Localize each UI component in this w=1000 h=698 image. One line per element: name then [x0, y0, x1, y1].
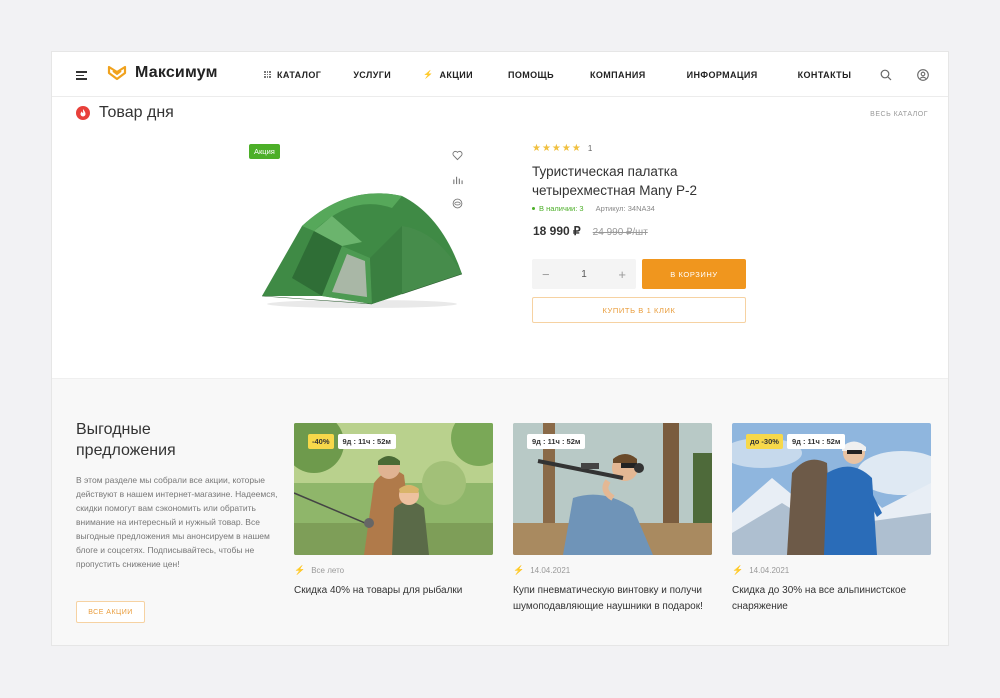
page-frame: Максимум КАТАЛОГ УСЛУГИ ⚡ АКЦИИ ПОМОЩЬ К… — [51, 51, 949, 646]
offer-date: ⚡ Все лето — [294, 565, 493, 576]
offer-date: ⚡ 14.04.2021 — [732, 565, 931, 576]
compare-icon[interactable] — [452, 172, 463, 185]
nav-promos[interactable]: ⚡ АКЦИИ — [423, 70, 473, 80]
quantity-stepper: − 1 + — [532, 259, 636, 289]
product-prices: 18 990 ₽ 24 990 ₽/шт — [533, 224, 648, 238]
bolt-icon: ⚡ — [513, 565, 525, 575]
search-icon[interactable] — [880, 69, 892, 81]
nav-catalog-label: КАТАЛОГ — [277, 69, 322, 80]
old-price: 24 990 ₽/шт — [592, 227, 648, 238]
nav-contacts[interactable]: КОНТАКТЫ — [798, 70, 852, 80]
product-rating: ★★★★★ 1 — [532, 143, 592, 154]
menu-icon[interactable] — [76, 71, 87, 80]
nav-help[interactable]: ПОМОЩЬ — [508, 70, 554, 80]
rating-count[interactable]: 1 — [588, 144, 592, 153]
offer-image-fishing[interactable]: -40% 9д : 11ч : 52м — [294, 423, 493, 555]
offer-image-mountain[interactable]: до -30% 9д : 11ч : 52м — [732, 423, 931, 555]
logo-text: Максимум — [135, 64, 218, 81]
current-price: 18 990 ₽ — [533, 224, 581, 238]
offers-description: В этом разделе мы собрали все акции, кот… — [76, 475, 278, 569]
nav-info[interactable]: ИНФОРМАЦИЯ — [687, 70, 758, 80]
add-to-cart-button[interactable]: В КОРЗИНУ — [642, 259, 746, 289]
offers-title: Выгодные предложения — [76, 421, 176, 459]
bolt-icon: ⚡ — [423, 70, 434, 79]
all-promos-button[interactable]: ВСЕ АКЦИИ — [76, 601, 145, 623]
section-title-product-of-day: Товар дня — [76, 104, 174, 122]
buy-one-click-button[interactable]: КУПИТЬ В 1 КЛИК — [532, 297, 746, 323]
offer-card[interactable]: 9д : 11ч : 52м ⚡ 14.04.2021 Купи пневмат… — [513, 423, 712, 615]
nav-help-label: ПОМОЩЬ — [507, 69, 554, 80]
user-icon[interactable] — [917, 69, 929, 81]
offer-title[interactable]: Купи пневматическую винтовку и получи шу… — [513, 583, 712, 615]
product-sku: Артикул: 34NA34 — [595, 204, 655, 213]
discount-badge: до -30% — [746, 434, 783, 449]
offer-card[interactable]: до -30% 9д : 11ч : 52м ⚡ 14.04.2021 Скид… — [732, 423, 931, 615]
offer-title[interactable]: Скидка до 30% на все альпинистское снаря… — [732, 583, 931, 615]
offer-tags: -40% 9д : 11ч : 52м — [308, 434, 396, 449]
offer-tags: 9д : 11ч : 52м — [527, 434, 586, 449]
qty-minus-button[interactable]: − — [542, 267, 550, 282]
timer-badge: 9д : 11ч : 52м — [786, 434, 846, 449]
nav-contacts-label: КОНТАКТЫ — [797, 69, 852, 80]
nav-info-label: ИНФОРМАЦИЯ — [686, 69, 758, 80]
qty-plus-button[interactable]: + — [618, 267, 626, 282]
offers-section: Выгодные предложения В этом разделе мы с… — [52, 378, 948, 645]
timer-badge: 9д : 11ч : 52м — [337, 434, 396, 449]
logo[interactable]: Максимум — [107, 64, 218, 82]
nav-company-label: КОМПАНИЯ — [589, 69, 646, 80]
rating-stars: ★★★★★ — [532, 143, 582, 154]
offer-card[interactable]: -40% 9д : 11ч : 52м ⚡ Все лето Скидка 40… — [294, 423, 493, 599]
nav-catalog[interactable]: КАТАЛОГ — [264, 70, 321, 80]
page-title: Товар дня — [99, 104, 174, 121]
fire-icon — [76, 106, 90, 120]
offer-title[interactable]: Скидка 40% на товары для рыбалки — [294, 583, 493, 599]
timer-badge: 9д : 11ч : 52м — [527, 434, 586, 449]
offer-tags: до -30% 9д : 11ч : 52м — [746, 434, 846, 449]
qty-value[interactable]: 1 — [581, 269, 587, 280]
main-nav: КАТАЛОГ УСЛУГИ ⚡ АКЦИИ ПОМОЩЬ КОМПАНИЯ И… — [264, 52, 851, 97]
offer-image-rifle[interactable]: 9д : 11ч : 52м — [513, 423, 712, 555]
bolt-icon: ⚡ — [294, 565, 306, 575]
nav-company[interactable]: КОМПАНИЯ — [590, 70, 646, 80]
logo-icon — [107, 65, 127, 81]
product-meta: В наличии: 3 Артикул: 34NA34 — [532, 204, 655, 213]
product-image-tent[interactable] — [252, 186, 467, 311]
offer-date-label: Все лето — [311, 566, 345, 575]
site-header: Максимум КАТАЛОГ УСЛУГИ ⚡ АКЦИИ ПОМОЩЬ К… — [52, 52, 948, 97]
offer-date-label: 14.04.2021 — [530, 566, 571, 575]
nav-promos-label: АКЦИИ — [439, 69, 473, 80]
heart-icon[interactable] — [452, 148, 463, 161]
nav-services-label: УСЛУГИ — [353, 69, 392, 80]
offer-date: ⚡ 14.04.2021 — [513, 565, 712, 576]
offer-date-label: 14.04.2021 — [749, 566, 790, 575]
product-name[interactable]: Туристическая палатка четырехместная Man… — [532, 162, 732, 200]
discount-badge: -40% — [308, 434, 334, 449]
stock-status: В наличии: 3 — [532, 204, 584, 213]
promo-badge: Акция — [249, 144, 280, 159]
all-catalog-link[interactable]: ВЕСЬ КАТАЛОГ — [870, 111, 928, 118]
grid-icon — [264, 71, 271, 78]
nav-services[interactable]: УСЛУГИ — [353, 70, 391, 80]
stock-dot-icon — [532, 207, 535, 210]
bolt-icon: ⚡ — [732, 565, 744, 575]
stock-label: В наличии: 3 — [539, 204, 584, 213]
